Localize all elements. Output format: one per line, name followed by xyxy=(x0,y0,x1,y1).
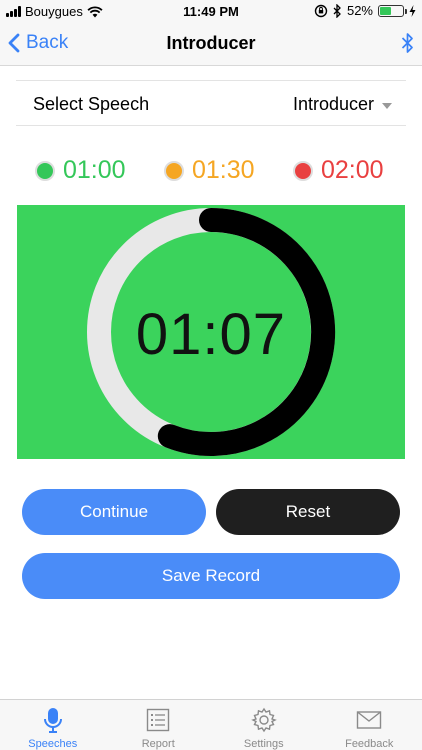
tab-label: Speeches xyxy=(28,738,78,750)
envelope-icon xyxy=(356,707,382,733)
tab-feedback[interactable]: Feedback xyxy=(317,700,422,750)
milestone-red: 02:00 xyxy=(293,156,384,185)
microphone-icon xyxy=(42,707,64,733)
bluetooth-icon xyxy=(401,33,413,53)
bluetooth-button[interactable] xyxy=(401,32,414,59)
rotation-lock-icon xyxy=(314,4,328,17)
time-milestones: 01:00 01:30 02:00 xyxy=(0,156,422,188)
milestone-time: 01:00 xyxy=(63,156,126,184)
tab-settings[interactable]: Settings xyxy=(211,700,317,750)
tab-label: Report xyxy=(141,738,175,750)
status-bar: Bouygues 11:49 PM 52% xyxy=(0,0,422,22)
milestone-yellow: 01:30 xyxy=(164,156,255,185)
gear-icon xyxy=(250,707,277,733)
navigation-bar: Back Introducer xyxy=(0,22,422,66)
select-speech-row: Select Speech Introducer xyxy=(16,80,406,126)
yellow-dot-icon xyxy=(164,160,184,181)
save-record-button[interactable]: Save Record xyxy=(22,553,400,599)
tab-bar: Speeches Report Settings Feedback xyxy=(0,699,422,750)
charging-icon xyxy=(409,4,416,17)
continue-button[interactable]: Continue xyxy=(22,489,206,535)
milestone-time: 01:30 xyxy=(192,156,255,184)
tab-report[interactable]: Report xyxy=(106,700,212,750)
tab-label: Settings xyxy=(243,738,284,750)
battery-percent: 52% xyxy=(346,3,373,18)
timer-display: 01:07 xyxy=(135,302,287,367)
select-speech-label: Select Speech xyxy=(33,94,150,114)
reset-button[interactable]: Reset xyxy=(216,489,400,535)
battery-icon xyxy=(378,4,407,17)
milestone-green: 01:00 xyxy=(35,156,126,185)
speech-dropdown-value: Introducer xyxy=(292,94,374,114)
timer-panel: 01:07 xyxy=(17,205,405,459)
green-dot-icon xyxy=(35,160,55,181)
status-right: 52% xyxy=(314,3,416,18)
speech-dropdown[interactable]: Introducer xyxy=(293,94,392,115)
caret-down-icon xyxy=(382,102,392,109)
tab-label: Feedback xyxy=(345,738,394,750)
page-title: Introducer xyxy=(166,33,256,53)
tab-speeches[interactable]: Speeches xyxy=(0,700,106,750)
battery-level xyxy=(380,6,391,15)
red-dot-icon xyxy=(293,160,313,181)
list-icon xyxy=(146,707,170,733)
bluetooth-icon xyxy=(333,3,341,18)
milestone-time: 02:00 xyxy=(321,156,384,184)
